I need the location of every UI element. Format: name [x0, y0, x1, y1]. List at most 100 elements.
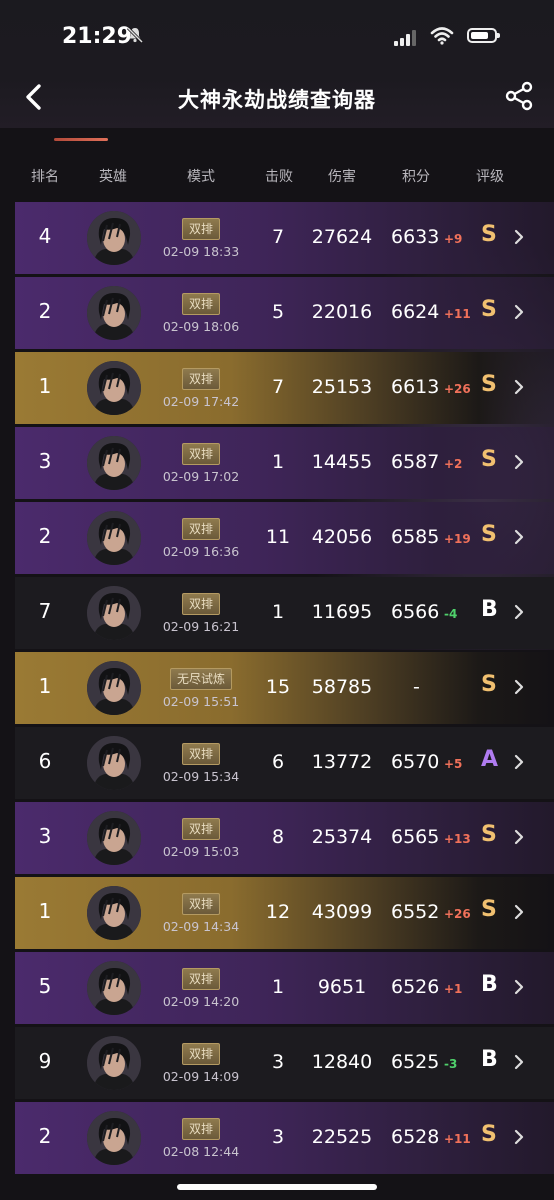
score-value: - — [413, 676, 420, 698]
placement-rank: 9 — [38, 1049, 52, 1073]
chevron-right-icon[interactable] — [513, 978, 525, 996]
match-row[interactable]: 3 双排 02-09 15:03 8 25374 6565 +13 S — [15, 802, 554, 874]
placement-rank: 3 — [38, 824, 52, 848]
hero-avatar — [87, 511, 141, 565]
chevron-right-icon[interactable] — [513, 828, 525, 846]
score-value: 6633 — [391, 226, 440, 248]
hero-avatar — [87, 961, 141, 1015]
chevron-right-icon[interactable] — [513, 453, 525, 471]
mode-badge: 双排 — [181, 218, 221, 240]
score-change: +11 — [444, 307, 471, 321]
hero-avatar — [87, 736, 141, 790]
match-time: 02-09 15:34 — [162, 769, 240, 784]
kills-value: 5 — [271, 301, 285, 323]
match-time: 02-09 15:51 — [162, 694, 240, 709]
damage-value: 27624 — [311, 226, 373, 248]
column-header-score: 积分 — [402, 169, 430, 185]
chevron-right-icon[interactable] — [513, 603, 525, 621]
chevron-right-icon[interactable] — [513, 528, 525, 546]
hero-avatar — [87, 211, 141, 265]
match-row[interactable]: 2 双排 02-09 16:36 11 42056 6585 +19 S — [15, 502, 554, 574]
kills-value: 15 — [265, 676, 291, 698]
hero-avatar — [87, 661, 141, 715]
mode-badge: 双排 — [181, 818, 221, 840]
wifi-icon — [430, 26, 454, 50]
hero-avatar — [87, 586, 141, 640]
damage-value: 42056 — [311, 526, 373, 548]
score-value: 6528 — [391, 1126, 440, 1148]
match-time: 02-09 17:42 — [162, 394, 240, 409]
damage-value: 25374 — [311, 826, 373, 848]
score-change: +26 — [444, 907, 471, 921]
grade-badge: S — [481, 297, 497, 322]
kills-value: 1 — [271, 601, 285, 623]
match-row[interactable]: 4 双排 02-09 18:33 7 27624 6633 +9 S — [15, 202, 554, 274]
damage-value: 58785 — [311, 676, 373, 698]
column-header-damage: 伤害 — [328, 169, 356, 185]
match-time: 02-09 18:06 — [162, 319, 240, 334]
match-row[interactable]: 6 双排 02-09 15:34 6 13772 6570 +5 A — [15, 727, 554, 799]
chevron-right-icon[interactable] — [513, 378, 525, 396]
chevron-right-icon[interactable] — [513, 1053, 525, 1071]
score-value: 6587 — [391, 451, 440, 473]
placement-rank: 1 — [38, 374, 52, 398]
match-row[interactable]: 2 双排 02-08 12:44 3 22525 6528 +11 S — [15, 1102, 554, 1174]
mode-badge: 双排 — [181, 893, 221, 915]
chevron-right-icon[interactable] — [513, 303, 525, 321]
grade-badge: B — [481, 1047, 498, 1072]
mode-badge: 双排 — [181, 368, 221, 390]
placement-rank: 2 — [38, 299, 52, 323]
chevron-right-icon[interactable] — [513, 903, 525, 921]
hero-avatar — [87, 361, 141, 415]
mode-badge: 双排 — [181, 1043, 221, 1065]
match-time: 02-09 16:36 — [162, 544, 240, 559]
match-row[interactable]: 1 双排 02-09 17:42 7 25153 6613 +26 S — [15, 352, 554, 424]
damage-value: 11695 — [311, 601, 373, 623]
hero-avatar — [87, 436, 141, 490]
grade-badge: S — [481, 222, 497, 247]
match-row[interactable]: 7 双排 02-09 16:21 1 11695 6566 -4 B — [15, 577, 554, 649]
match-row[interactable]: 1 无尽试炼 02-09 15:51 15 58785 - S — [15, 652, 554, 724]
column-header-mode: 模式 — [187, 169, 215, 185]
grade-badge: S — [481, 372, 497, 397]
bell-muted-icon — [126, 26, 144, 48]
score-change: +11 — [444, 1132, 471, 1146]
score-change: +19 — [444, 532, 471, 546]
mode-badge: 双排 — [181, 518, 221, 540]
score-change: +2 — [444, 457, 463, 471]
hero-avatar — [87, 1111, 141, 1165]
placement-rank: 3 — [38, 449, 52, 473]
score-value: 6585 — [391, 526, 440, 548]
match-row[interactable]: 1 双排 02-09 14:34 12 43099 6552 +26 S — [15, 877, 554, 949]
mode-badge: 双排 — [181, 593, 221, 615]
share-icon[interactable] — [503, 80, 535, 112]
match-time: 02-09 14:09 — [162, 1069, 240, 1084]
match-time: 02-09 14:34 — [162, 919, 240, 934]
hero-avatar — [87, 286, 141, 340]
score-change: +5 — [444, 757, 463, 771]
chevron-right-icon[interactable] — [513, 1128, 525, 1146]
hero-avatar — [87, 886, 141, 940]
kills-value: 7 — [271, 376, 285, 398]
match-row[interactable]: 9 双排 02-09 14:09 3 12840 6525 -3 B — [15, 1027, 554, 1099]
kills-value: 1 — [271, 976, 285, 998]
hero-avatar — [87, 811, 141, 865]
chevron-right-icon[interactable] — [513, 228, 525, 246]
score-value: 6552 — [391, 901, 440, 923]
kills-value: 3 — [271, 1126, 285, 1148]
kills-value: 1 — [271, 451, 285, 473]
score-change: +1 — [444, 982, 463, 996]
match-time: 02-09 17:02 — [162, 469, 240, 484]
chevron-right-icon[interactable] — [513, 753, 525, 771]
score-value: 6570 — [391, 751, 440, 773]
mode-badge: 无尽试炼 — [169, 668, 233, 690]
match-row[interactable]: 3 双排 02-09 17:02 1 14455 6587 +2 S — [15, 427, 554, 499]
match-row[interactable]: 5 双排 02-09 14:20 1 9651 6526 +1 B — [15, 952, 554, 1024]
placement-rank: 2 — [38, 1124, 52, 1148]
navigation-bar: 大神永劫战绩查询器 — [0, 72, 554, 122]
column-header-rank: 排名 — [31, 169, 59, 185]
match-row[interactable]: 2 双排 02-09 18:06 5 22016 6624 +11 S — [15, 277, 554, 349]
score-value: 6566 — [391, 601, 440, 623]
chevron-right-icon[interactable] — [513, 678, 525, 696]
score-value: 6525 — [391, 1051, 440, 1073]
